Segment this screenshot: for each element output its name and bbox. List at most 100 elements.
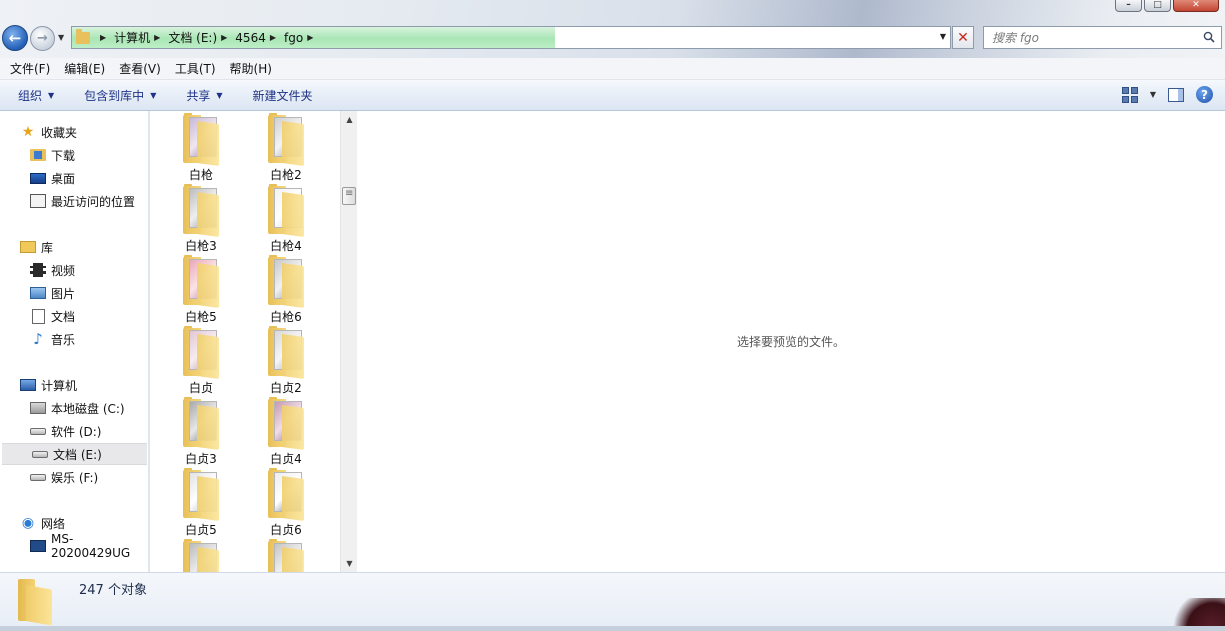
maximize-button[interactable]: □ [1144, 0, 1171, 12]
folder-icon [183, 468, 219, 522]
nav-item-label: 下载 [51, 148, 76, 163]
magnifier-icon[interactable] [1203, 31, 1215, 43]
drive-icon [30, 427, 46, 435]
music-note-icon: ♪ [33, 330, 43, 348]
breadcrumb-chevron-icon[interactable]: ▶ [221, 33, 227, 42]
folder-item[interactable]: 白枪 [161, 113, 241, 183]
breadcrumb-chevron-icon[interactable]: ▶ [307, 33, 313, 42]
include-in-library-button[interactable]: 包含到库中 ▼ [84, 87, 156, 104]
file-list-scrollbar[interactable]: ▲ ▼ [340, 111, 357, 572]
minimize-button[interactable]: – [1115, 0, 1142, 12]
nav-item-label: 软件 (D:) [51, 424, 102, 439]
nav-network[interactable]: ◉ 网络 [0, 512, 148, 534]
chevron-down-icon[interactable]: ▼ [1150, 90, 1156, 99]
nav-computer[interactable]: 计算机 [0, 374, 148, 396]
folder-icon [183, 397, 219, 451]
nav-item-label: 文档 (E:) [53, 447, 102, 462]
folder-icon [183, 113, 219, 167]
breadcrumb-item[interactable]: fgo [284, 31, 303, 45]
monitor-icon [30, 540, 46, 552]
arrow-right-icon: → [37, 31, 48, 46]
question-icon[interactable]: ? [1196, 86, 1213, 103]
folder-icon [183, 255, 219, 309]
folder-name: 白枪6 [270, 310, 302, 324]
folder-icon [76, 28, 90, 44]
nav-libraries[interactable]: 库 [0, 236, 148, 258]
close-button[interactable]: ✕ [1173, 0, 1219, 12]
maximize-icon: □ [1153, 0, 1162, 10]
folder-name: 白贞6 [270, 523, 302, 537]
nav-item-music[interactable]: ♪ 音乐 [0, 328, 148, 350]
nav-item-drive-f[interactable]: 娱乐 (F:) [0, 466, 148, 488]
folder-item[interactable]: 白贞6 [246, 468, 326, 538]
folder-item[interactable]: 白枪2 [246, 113, 326, 183]
nav-item-label: 图片 [51, 286, 76, 301]
address-dropdown-icon[interactable]: ▼ [940, 32, 946, 41]
nav-libraries-label: 库 [41, 240, 54, 255]
folder-item[interactable]: 白贞4 [246, 397, 326, 467]
nav-item-drive-c[interactable]: 本地磁盘 (C:) [0, 397, 148, 419]
nav-favorites[interactable]: ★ 收藏夹 [0, 121, 148, 143]
nav-item-downloads[interactable]: 下载 [0, 144, 148, 166]
star-icon: ★ [21, 124, 35, 140]
downloads-folder-icon [30, 149, 46, 161]
folder-item[interactable]: 白贞5 [161, 468, 241, 538]
nav-item-label: 最近访问的位置 [51, 194, 136, 209]
scroll-up-icon[interactable]: ▲ [341, 111, 358, 128]
share-button[interactable]: 共享 ▼ [186, 87, 222, 104]
pictures-icon [30, 287, 46, 299]
folder-item[interactable]: 白枪3 [161, 184, 241, 254]
folder-icon [268, 184, 304, 238]
menu-help[interactable]: 帮助(H) [230, 60, 272, 77]
breadcrumb-chevron-icon[interactable]: ▶ [270, 33, 276, 42]
organize-button[interactable]: 组织 ▼ [18, 87, 54, 104]
nav-item-pictures[interactable]: 图片 [0, 282, 148, 304]
folder-item[interactable]: 白枪4 [246, 184, 326, 254]
folder-icon [183, 184, 219, 238]
chevron-down-icon: ▼ [48, 90, 55, 100]
change-view-icon[interactable] [1121, 86, 1138, 103]
folder-icon [268, 397, 304, 451]
menu-edit[interactable]: 编辑(E) [64, 60, 105, 77]
video-icon [30, 263, 46, 277]
nav-item-desktop[interactable]: 桌面 [0, 167, 148, 189]
folder-item[interactable]: 白枪6 [246, 255, 326, 325]
breadcrumb-chevron-icon[interactable]: ▶ [100, 33, 106, 42]
nav-item-videos[interactable]: 视频 [0, 259, 148, 281]
folder-item[interactable]: 白贞 [161, 326, 241, 396]
preview-pane: 选择要预览的文件。 [357, 111, 1225, 572]
breadcrumb-chevron-icon[interactable]: ▶ [154, 33, 160, 42]
nav-network-label: 网络 [41, 516, 66, 531]
nav-item-label: 桌面 [51, 171, 76, 186]
menu-file[interactable]: 文件(F) [10, 60, 50, 77]
nav-item-drive-d[interactable]: 软件 (D:) [0, 420, 148, 442]
folder-item[interactable] [246, 539, 326, 572]
drive-icon [32, 450, 48, 458]
scroll-down-icon[interactable]: ▼ [341, 555, 358, 572]
back-button[interactable]: ← [2, 25, 28, 51]
nav-item-documents[interactable]: 文档 [0, 305, 148, 327]
breadcrumb-item[interactable]: 4564 [235, 31, 266, 45]
recent-pages-dropdown[interactable]: ▼ [58, 33, 64, 42]
folder-item[interactable]: 白贞2 [246, 326, 326, 396]
folder-icon [183, 539, 219, 572]
breadcrumb-item[interactable]: 计算机 [114, 29, 150, 46]
new-folder-button[interactable]: 新建文件夹 [253, 87, 313, 104]
preview-pane-icon[interactable] [1168, 87, 1184, 102]
search-input[interactable] [992, 30, 1192, 45]
forward-button[interactable]: → [30, 26, 55, 51]
folder-name: 白贞4 [270, 452, 302, 466]
search-box[interactable] [983, 26, 1222, 49]
nav-item-network-pc[interactable]: MS-20200429UG [0, 532, 148, 560]
folder-item[interactable] [161, 539, 241, 572]
nav-item-recent-places[interactable]: 最近访问的位置 [0, 190, 148, 212]
menu-tools[interactable]: 工具(T) [175, 60, 216, 77]
scrollbar-thumb[interactable] [342, 187, 356, 205]
folder-item[interactable]: 白贞3 [161, 397, 241, 467]
address-bar[interactable]: ▶ 计算机 ▶ 文档 (E:) ▶ 4564 ▶ fgo ▶ ▼ [71, 26, 951, 49]
stop-loading-button[interactable]: ✕ [952, 26, 974, 49]
nav-item-drive-e[interactable]: 文档 (E:) [2, 443, 147, 465]
folder-item[interactable]: 白枪5 [161, 255, 241, 325]
menu-view[interactable]: 查看(V) [119, 60, 161, 77]
breadcrumb-item[interactable]: 文档 (E:) [168, 29, 217, 46]
